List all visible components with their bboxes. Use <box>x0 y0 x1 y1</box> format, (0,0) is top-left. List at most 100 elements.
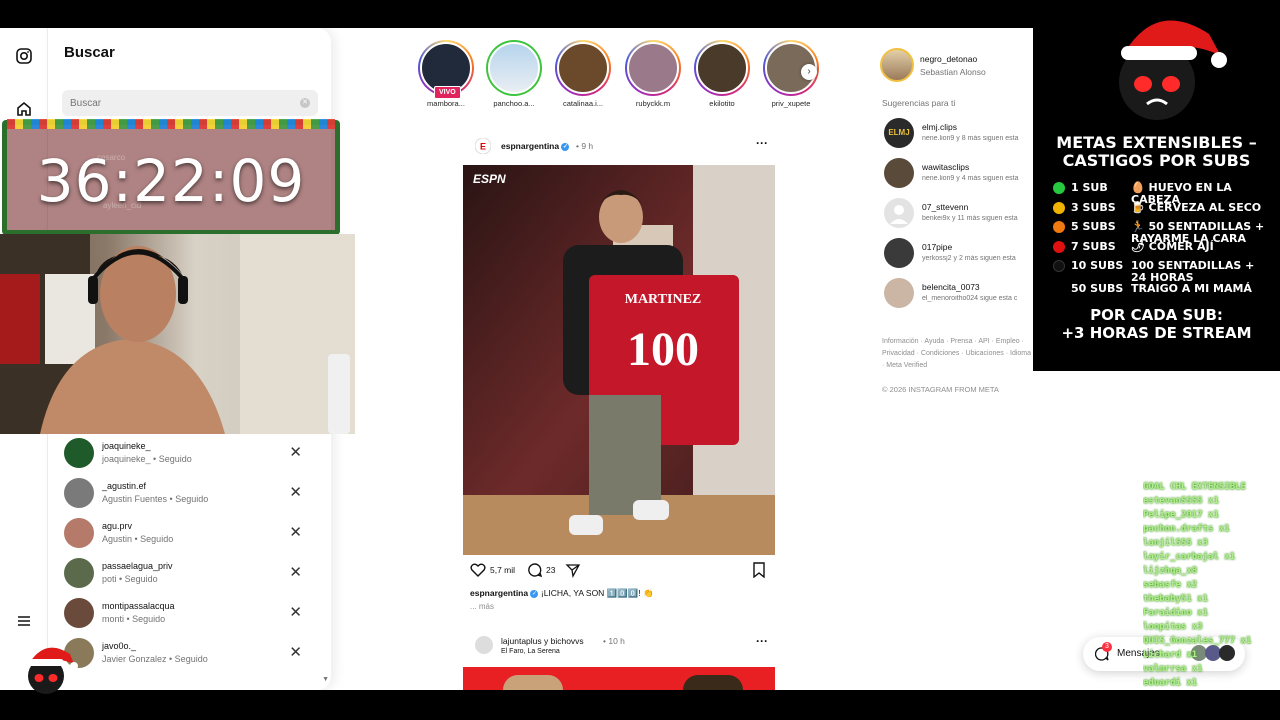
live-badge: VIVO <box>434 86 461 99</box>
recent-search-row[interactable]: javo0o._ Javier Gonzalez • Seguido ✕ <box>64 636 314 672</box>
suggestion-row[interactable]: ELMJ elmj.clips nene.lion9 y 8 más sigue… <box>884 118 1034 150</box>
suggestion-avatar[interactable] <box>884 278 914 308</box>
webcam-feed <box>0 234 355 434</box>
avatar <box>64 518 94 548</box>
current-profile[interactable]: negro_detonao Sebastian Alonso <box>880 48 1040 84</box>
remove-recent-icon[interactable]: ✕ <box>289 483 302 501</box>
footer-links[interactable]: Información · Ayuda · Prensa · API · Emp… <box>882 336 1032 372</box>
chat-line: loopitas x3 <box>1143 622 1203 632</box>
remove-recent-icon[interactable]: ✕ <box>289 643 302 661</box>
post-options-icon[interactable]: ··· <box>756 136 768 150</box>
remove-recent-icon[interactable]: ✕ <box>289 523 302 541</box>
post-photo: MARTINEZ 100 ESPN <box>463 165 775 555</box>
comment-count[interactable]: 23 <box>546 565 555 575</box>
goals-title: METAS EXTENSIBLES – CASTIGOS POR SUBS <box>1033 134 1280 170</box>
menu-icon[interactable] <box>14 613 34 633</box>
story-ring <box>486 40 542 96</box>
goal-dot <box>1053 221 1065 233</box>
recent-subtitle: monti • Seguido <box>102 614 166 624</box>
goal-subs: 3 SUBS <box>1071 201 1116 214</box>
recent-search-row[interactable]: joaquineke_ joaquineke_ • Seguido ✕ <box>64 436 314 472</box>
search-title: Buscar <box>64 44 115 61</box>
story-item[interactable]: ekilotito <box>693 40 751 112</box>
post2-avatar[interactable] <box>475 636 493 654</box>
post2-location[interactable]: El Faro, La Serena <box>501 648 560 655</box>
suggestion-row[interactable]: 07_sttevenn benkei9x y 11 más siguen est… <box>884 198 1034 230</box>
goal-reward: 🍺 CERVEZA AL SECO <box>1131 201 1262 214</box>
post2-username[interactable]: lajuntaplus y bichovvs <box>501 636 584 646</box>
goals-title-line: METAS EXTENSIBLES – <box>1056 133 1257 152</box>
stories-next-icon[interactable]: › <box>801 64 817 80</box>
recent-username: joaquineke_ <box>102 441 151 451</box>
profile-avatar[interactable] <box>880 48 914 82</box>
post-username[interactable]: espnargentina ✓ <box>501 141 570 151</box>
comment-icon[interactable] <box>527 562 543 580</box>
suggestion-row[interactable]: wawitasclips nene.lion9 y 4 más siguen e… <box>884 158 1034 190</box>
suggestion-subtitle: el_menoroitho024 sigue esta c <box>922 295 1018 302</box>
remove-recent-icon[interactable]: ✕ <box>289 563 302 581</box>
scroll-down-arrow-icon[interactable]: ▼ <box>322 676 329 683</box>
recent-username: montipassalacqua <box>102 601 175 611</box>
instagram-logo-icon[interactable] <box>14 48 34 68</box>
home-icon[interactable] <box>14 101 34 121</box>
suggestion-username[interactable]: 07_sttevenn <box>922 202 968 212</box>
post-caption: espnargentina ✓ ¡LICHA, YA SON 1️⃣0️⃣0️⃣… <box>470 588 770 599</box>
suggestion-row[interactable]: belencita_0073 el_menoroitho024 sigue es… <box>884 278 1034 310</box>
chat-line: eduardi x1 <box>1143 678 1198 688</box>
profile-username[interactable]: negro_detonao <box>920 54 977 64</box>
chat-line: sebasfe x2 <box>1143 580 1198 590</box>
chat-line: GOAL CHL EXTENSIBLE <box>1143 482 1246 492</box>
goal-dot <box>1053 182 1065 194</box>
suggestion-avatar[interactable] <box>884 238 914 268</box>
story-item[interactable]: catalinaa.i... <box>554 40 612 112</box>
suggestion-subtitle: yerkossj2 y 2 más siguen esta <box>922 255 1016 262</box>
search-input[interactable] <box>62 90 282 116</box>
goal-reward: 100 SENTADILLAS + 24 HORAS <box>1131 259 1255 284</box>
like-count[interactable]: 5,7 mil <box>490 565 515 575</box>
save-icon[interactable] <box>752 562 766 580</box>
per-sub-text: POR CADA SUB: +3 HORAS DE STREAM <box>1033 306 1280 342</box>
recent-subtitle: Agustin Fuentes • Seguido <box>102 494 209 504</box>
suggestion-avatar[interactable] <box>884 158 914 188</box>
recent-search-row[interactable]: passaelagua_priv poti • Seguido ✕ <box>64 556 314 592</box>
remove-recent-icon[interactable]: ✕ <box>289 603 302 621</box>
story-item[interactable]: panchoo.a... <box>485 40 543 112</box>
post-header: E espnargentina ✓ • 9 h ··· <box>470 136 770 156</box>
recent-search-row[interactable]: montipassalacqua monti • Seguido ✕ <box>64 596 314 632</box>
suggestion-row[interactable]: 017pipe yerkossj2 y 2 más siguen esta <box>884 238 1034 270</box>
remove-recent-icon[interactable]: ✕ <box>289 443 302 461</box>
suggestion-username[interactable]: belencita_0073 <box>922 282 980 292</box>
espn-logo-icon[interactable]: E <box>475 138 491 154</box>
webcam-image <box>0 234 355 434</box>
verified-icon: ✓ <box>530 589 539 598</box>
avatar <box>64 598 94 628</box>
verified-icon: ✓ <box>561 142 570 151</box>
recent-subtitle: joaquineke_ • Seguido <box>102 454 192 464</box>
post-image[interactable]: MARTINEZ 100 ESPN <box>463 165 775 555</box>
like-icon[interactable] <box>470 562 486 580</box>
post2-time: • 10 h <box>603 636 625 646</box>
share-icon[interactable] <box>565 562 581 580</box>
story-item[interactable]: rubyckk.m <box>624 40 682 112</box>
search-box[interactable]: ✕ <box>62 90 318 116</box>
chat-line: valmrrsa x1 <box>1143 664 1203 674</box>
chat-line: Lichard x1 <box>1143 650 1198 660</box>
suggestion-username[interactable]: 017pipe <box>922 242 952 252</box>
post2-photo-shape <box>503 675 563 690</box>
recent-search-row[interactable]: _agustin.ef Agustin Fuentes • Seguido ✕ <box>64 476 314 512</box>
chat-line: thebaby51 x1 <box>1143 594 1209 604</box>
story-name: ekilotito <box>709 99 735 108</box>
caption-username[interactable]: espnargentina <box>470 588 528 598</box>
story-avatar <box>627 42 679 94</box>
suggestion-username[interactable]: wawitasclips <box>922 162 969 172</box>
recent-search-row[interactable]: agu.prv Agustin • Seguido ✕ <box>64 516 314 552</box>
suggestion-avatar[interactable]: ELMJ <box>884 118 914 148</box>
story-item[interactable]: VIVO mambora... <box>417 40 475 112</box>
caption-more-link[interactable]: ... más <box>470 602 494 611</box>
goal-dot <box>1053 241 1065 253</box>
clear-search-icon[interactable]: ✕ <box>300 98 310 108</box>
suggestion-avatar[interactable] <box>884 198 914 228</box>
suggestion-username[interactable]: elmj.clips <box>922 122 957 132</box>
post-options-icon[interactable]: ··· <box>756 634 768 648</box>
post2-image[interactable] <box>463 667 775 690</box>
